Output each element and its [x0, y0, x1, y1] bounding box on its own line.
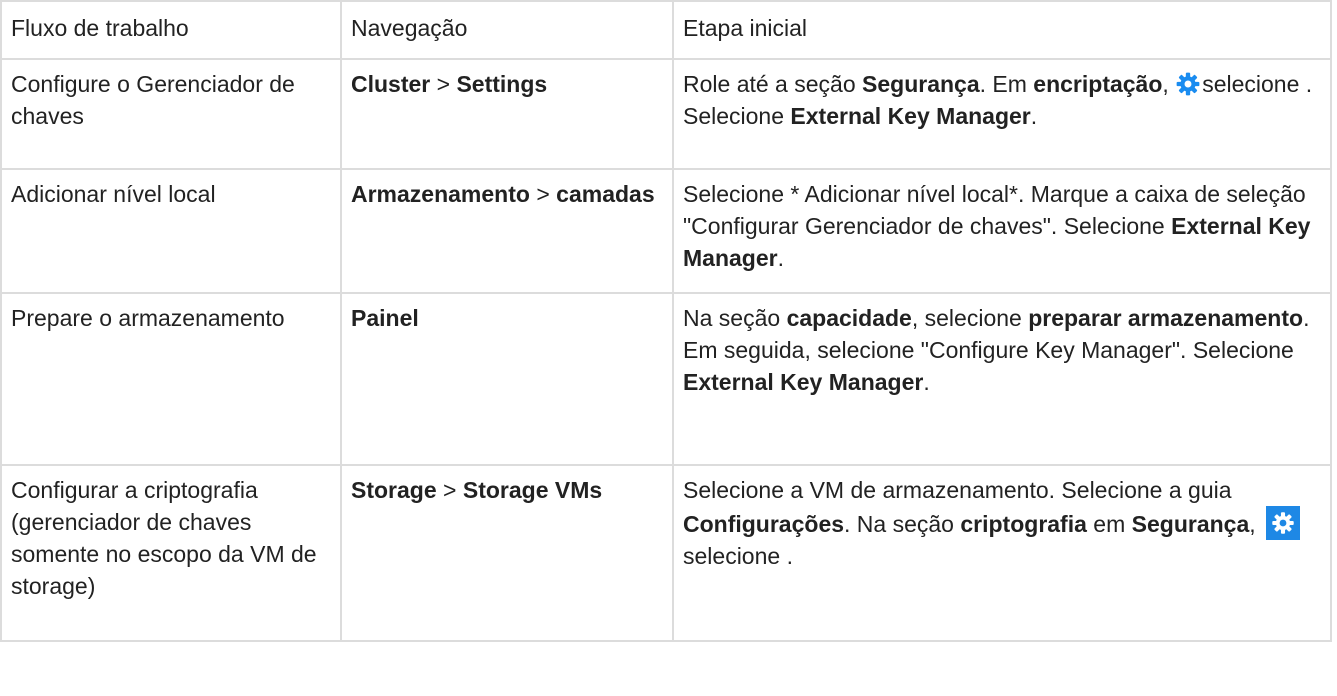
workflow-cell: Configure o Gerenciador de chaves [0, 58, 342, 170]
nav-item[interactable]: Armazenamento [351, 181, 530, 207]
step-text: , selecione [911, 305, 1029, 331]
workflow-cell: Configurar a criptografia (gerenciador d… [0, 464, 342, 642]
header-workflow: Fluxo de trabalho [0, 0, 342, 60]
workflow-table: Fluxo de trabalho Navegação Etapa inicia… [0, 0, 1332, 642]
nav-item[interactable]: Storage [351, 477, 437, 503]
nav-item[interactable]: Painel [351, 305, 419, 331]
settings-gear-icon [1175, 71, 1201, 97]
navigation-cell: Armazenamento > camadas [340, 168, 674, 294]
step-text: selecione . [683, 543, 793, 569]
step-text: , [1249, 511, 1263, 537]
workflow-cell: Prepare o armazenamento [0, 292, 342, 466]
step-bold: preparar armazenamento [1028, 305, 1304, 331]
table-row: Configurar a criptografia (gerenciador d… [0, 464, 1332, 642]
step-text: Role até a seção [683, 71, 863, 97]
step-cell: Na seção capacidade, selecione preparar … [672, 292, 1332, 466]
settings-gear-icon [1266, 506, 1301, 540]
nav-item[interactable]: camadas [556, 181, 654, 207]
navigation-cell: Storage > Storage VMs [340, 464, 674, 642]
step-bold: Segurança [1131, 511, 1250, 537]
table-row: Prepare o armazenamento Painel Na seção … [0, 292, 1332, 466]
step-text: , [1162, 71, 1169, 97]
step-cell: Selecione * Adicionar nível local*. Marq… [672, 168, 1332, 294]
step-bold: encriptação [1033, 71, 1163, 97]
step-text: . Na seção [844, 511, 961, 537]
nav-separator: > [436, 477, 463, 503]
nav-item[interactable]: Storage VMs [463, 477, 602, 503]
table-row: Configure o Gerenciador de chaves Cluste… [0, 58, 1332, 170]
step-bold: criptografia [960, 511, 1087, 537]
step-text: . [1030, 103, 1038, 129]
step-bold: External Key Manager [683, 369, 924, 395]
step-text: Selecione a VM de armazenamento. Selecio… [683, 477, 1232, 503]
nav-separator: > [430, 71, 457, 97]
workflow-cell: Adicionar nível local [0, 168, 342, 294]
step-bold: External Key Manager [790, 103, 1031, 129]
step-text: . [923, 369, 930, 395]
step-cell: Role até a seção Segurança. Em encriptaç… [672, 58, 1332, 170]
step-bold: Segurança [862, 71, 980, 97]
step-text: em [1086, 511, 1132, 537]
navigation-cell: Painel [340, 292, 674, 466]
table-row: Adicionar nível local Armazenamento > ca… [0, 168, 1332, 294]
step-bold: capacidade [786, 305, 912, 331]
nav-item[interactable]: Cluster [351, 71, 430, 97]
nav-separator: > [529, 181, 557, 207]
step-text: . Em [979, 71, 1034, 97]
header-initial-step: Etapa inicial [672, 0, 1332, 60]
nav-item[interactable]: Settings [456, 71, 547, 97]
step-bold: Configurações [683, 511, 845, 537]
table-header-row: Fluxo de trabalho Navegação Etapa inicia… [0, 0, 1332, 60]
navigation-cell: Cluster > Settings [340, 58, 674, 170]
step-text: . [777, 245, 784, 271]
step-text: Na seção [683, 305, 787, 331]
step-cell: Selecione a VM de armazenamento. Selecio… [672, 464, 1332, 642]
header-navigation: Navegação [340, 0, 674, 60]
